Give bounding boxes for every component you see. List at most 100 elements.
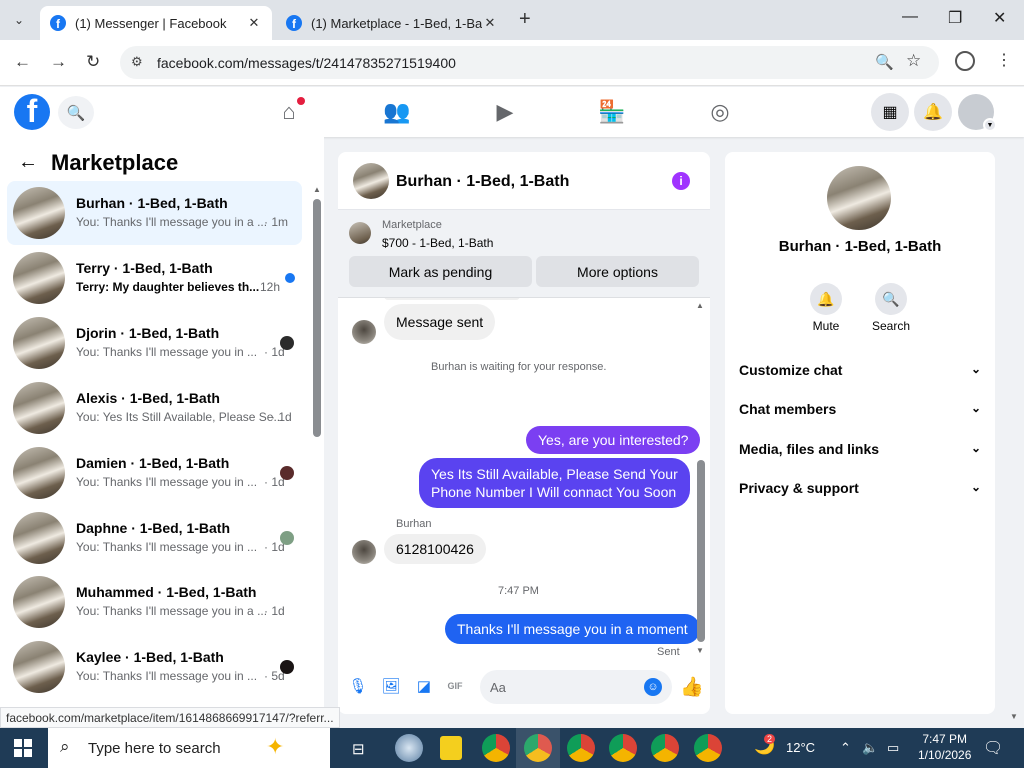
conversation-avatar[interactable] <box>13 512 65 564</box>
message-bubble-outgoing[interactable]: Thanks I'll message you in a moment <box>445 614 700 644</box>
conversation-scrollbar[interactable]: ▲ <box>312 185 321 715</box>
chat-avatar[interactable] <box>353 163 389 199</box>
scroll-up-icon[interactable]: ▲ <box>313 185 321 194</box>
volume-icon[interactable]: 🔈 <box>862 740 878 756</box>
info-icon[interactable]: i <box>672 172 690 190</box>
url-text[interactable]: facebook.com/messages/t/2414783527151940… <box>157 55 456 71</box>
sender-avatar[interactable] <box>352 540 376 564</box>
conversation-avatar[interactable] <box>13 382 65 434</box>
message-thread[interactable]: Message sent Burhan is waiting for your … <box>338 298 710 662</box>
browser-menu-icon[interactable]: ⋮ <box>996 50 1012 70</box>
task-view-icon[interactable]: ⊟ <box>352 740 365 758</box>
friends-icon[interactable]: 👥 <box>383 98 411 126</box>
chrome-icon[interactable] <box>567 734 595 762</box>
more-options-button[interactable]: More options <box>536 256 699 287</box>
conversation-item[interactable]: Kaylee · 1-Bed, 1-Bath You: Thanks I'll m… <box>7 635 302 699</box>
conversation-avatar[interactable] <box>13 317 65 369</box>
close-tab-icon[interactable]: ✕ <box>482 15 498 31</box>
chrome-icon[interactable] <box>651 734 679 762</box>
zoom-icon[interactable]: 🔍 <box>875 53 894 71</box>
account-avatar[interactable]: ▼ <box>958 94 997 132</box>
mark-as-pending-button[interactable]: Mark as pending <box>349 256 532 287</box>
scroll-up-icon[interactable]: ▲ <box>696 301 704 310</box>
conversation-item[interactable]: Burhan · 1-Bed, 1-Bath You: Thanks I'll m… <box>7 181 302 245</box>
conversation-avatar[interactable] <box>13 187 65 239</box>
sender-avatar[interactable] <box>352 320 376 344</box>
scroll-down-icon[interactable]: ▼ <box>696 646 704 655</box>
temperature-text[interactable]: 12°C <box>786 740 815 755</box>
conversation-item[interactable]: Terry · 1-Bed, 1-Bath Terry: My daughter … <box>7 246 302 310</box>
minimize-icon[interactable]: — <box>902 8 918 26</box>
show-hidden-icons-icon[interactable]: ⌃ <box>840 740 851 756</box>
profile-avatar[interactable] <box>827 166 891 230</box>
conversation-avatar[interactable] <box>13 641 65 693</box>
video-icon[interactable]: ▶ <box>491 98 519 126</box>
groups-icon[interactable]: ◎ <box>706 98 734 126</box>
emoji-icon[interactable]: ☺ <box>644 678 662 696</box>
paint-app-icon[interactable] <box>395 734 423 762</box>
home-icon[interactable]: ⌂ <box>275 97 305 126</box>
message-bubble-outgoing[interactable]: Yes, are you interested? <box>526 426 701 454</box>
conversation-avatar[interactable] <box>13 576 65 628</box>
conversation-avatar[interactable] <box>13 447 65 499</box>
notification-center-icon[interactable]: 🗨 <box>983 738 1003 758</box>
facebook-logo-icon[interactable]: f <box>14 94 50 130</box>
bell-icon[interactable]: 🔔 <box>810 283 842 315</box>
sparkle-icon[interactable]: ✦ <box>266 734 284 760</box>
listing-title[interactable]: $700 - 1-Bed, 1-Bath <box>382 236 493 250</box>
photo-icon[interactable]: 🖼 <box>381 676 401 696</box>
conversation-item[interactable]: Djorin · 1-Bed, 1-Bath You: Thanks I'll m… <box>7 311 302 375</box>
chat-members-section[interactable]: Chat members ⌄ <box>739 401 981 417</box>
close-tab-icon[interactable]: ✕ <box>246 15 262 31</box>
conversation-avatar[interactable] <box>13 252 65 304</box>
tab-marketplace[interactable]: f (1) Marketplace - 1-Bed, 1-Bath ✕ <box>276 6 508 40</box>
message-bubble-incoming[interactable]: 6128100426 <box>384 534 486 564</box>
menu-grid-icon[interactable]: ▦ <box>871 93 909 131</box>
chrome-icon[interactable] <box>694 734 722 762</box>
taskbar-search-box[interactable]: ⌕ Type here to search ✦ <box>48 728 330 768</box>
conversation-item[interactable]: Damien · 1-Bed, 1-Bath You: Thanks I'll m… <box>7 441 302 505</box>
tab-search-button[interactable]: ⌄ <box>6 8 32 32</box>
reload-icon[interactable]: ↻ <box>86 52 100 72</box>
thumbs-up-icon[interactable]: 👍 <box>680 675 704 699</box>
mute-label[interactable]: Mute <box>801 319 851 333</box>
message-bubble-incoming[interactable]: Message sent <box>384 304 496 340</box>
windows-start-icon[interactable] <box>14 739 32 757</box>
profile-icon[interactable] <box>955 51 975 71</box>
message-input[interactable]: Aa ☺ <box>480 670 672 704</box>
customize-chat-section[interactable]: Customize chat ⌄ <box>739 362 981 378</box>
taskbar-clock[interactable]: 7:47 PM 1/10/2026 <box>918 731 971 763</box>
scrollbar-thumb[interactable] <box>697 460 705 642</box>
marketplace-icon[interactable]: 🏪 <box>598 98 626 126</box>
scrollbar-thumb[interactable] <box>313 199 321 437</box>
privacy-support-section[interactable]: Privacy & support ⌄ <box>739 480 981 496</box>
chrome-icon[interactable] <box>482 734 510 762</box>
notifications-bell-icon[interactable]: 🔔 <box>914 93 952 131</box>
conversation-item[interactable]: Muhammed · 1-Bed, 1-Bath You: Thanks I'll… <box>7 570 302 634</box>
profile-name[interactable]: Burhan · 1-Bed, 1-Bath <box>725 238 995 255</box>
sticker-icon[interactable]: ◪ <box>414 676 434 696</box>
chrome-icon[interactable] <box>609 734 637 762</box>
restore-icon[interactable]: ❐ <box>948 8 962 28</box>
weather-icon[interactable]: 🌙 2 <box>754 734 775 756</box>
bookmark-star-icon[interactable]: ☆ <box>906 51 921 71</box>
sticky-notes-icon[interactable] <box>440 736 462 760</box>
conversation-item[interactable]: Alexis · 1-Bed, 1-Bath You: Yes Its Still… <box>7 376 302 440</box>
chat-title[interactable]: Burhan · 1-Bed, 1-Bath <box>396 173 569 191</box>
close-window-icon[interactable]: ✕ <box>993 8 1006 28</box>
message-bubble-outgoing[interactable]: Yes Its Still Available, Please Send You… <box>419 458 690 508</box>
omnibox[interactable]: ⚙ facebook.com/messages/t/24147835271519… <box>120 46 939 79</box>
new-tab-icon[interactable]: + <box>519 8 531 31</box>
gif-icon[interactable]: GIF <box>445 676 465 696</box>
forward-icon[interactable]: → <box>50 52 67 72</box>
listing-thumbnail[interactable] <box>349 222 371 244</box>
conversation-item[interactable]: Daphne · 1-Bed, 1-Bath You: Thanks I'll m… <box>7 506 302 570</box>
search-icon[interactable]: 🔍 <box>58 96 94 129</box>
network-icon[interactable]: ▭ <box>887 740 899 756</box>
microphone-icon[interactable]: 🎙 <box>348 676 368 696</box>
search-icon[interactable]: 🔍 <box>875 283 907 315</box>
chrome-icon[interactable] <box>516 728 560 768</box>
site-info-icon[interactable]: ⚙ <box>131 54 143 70</box>
back-icon[interactable]: ← <box>14 52 31 72</box>
media-files-links-section[interactable]: Media, files and links ⌄ <box>739 441 981 457</box>
